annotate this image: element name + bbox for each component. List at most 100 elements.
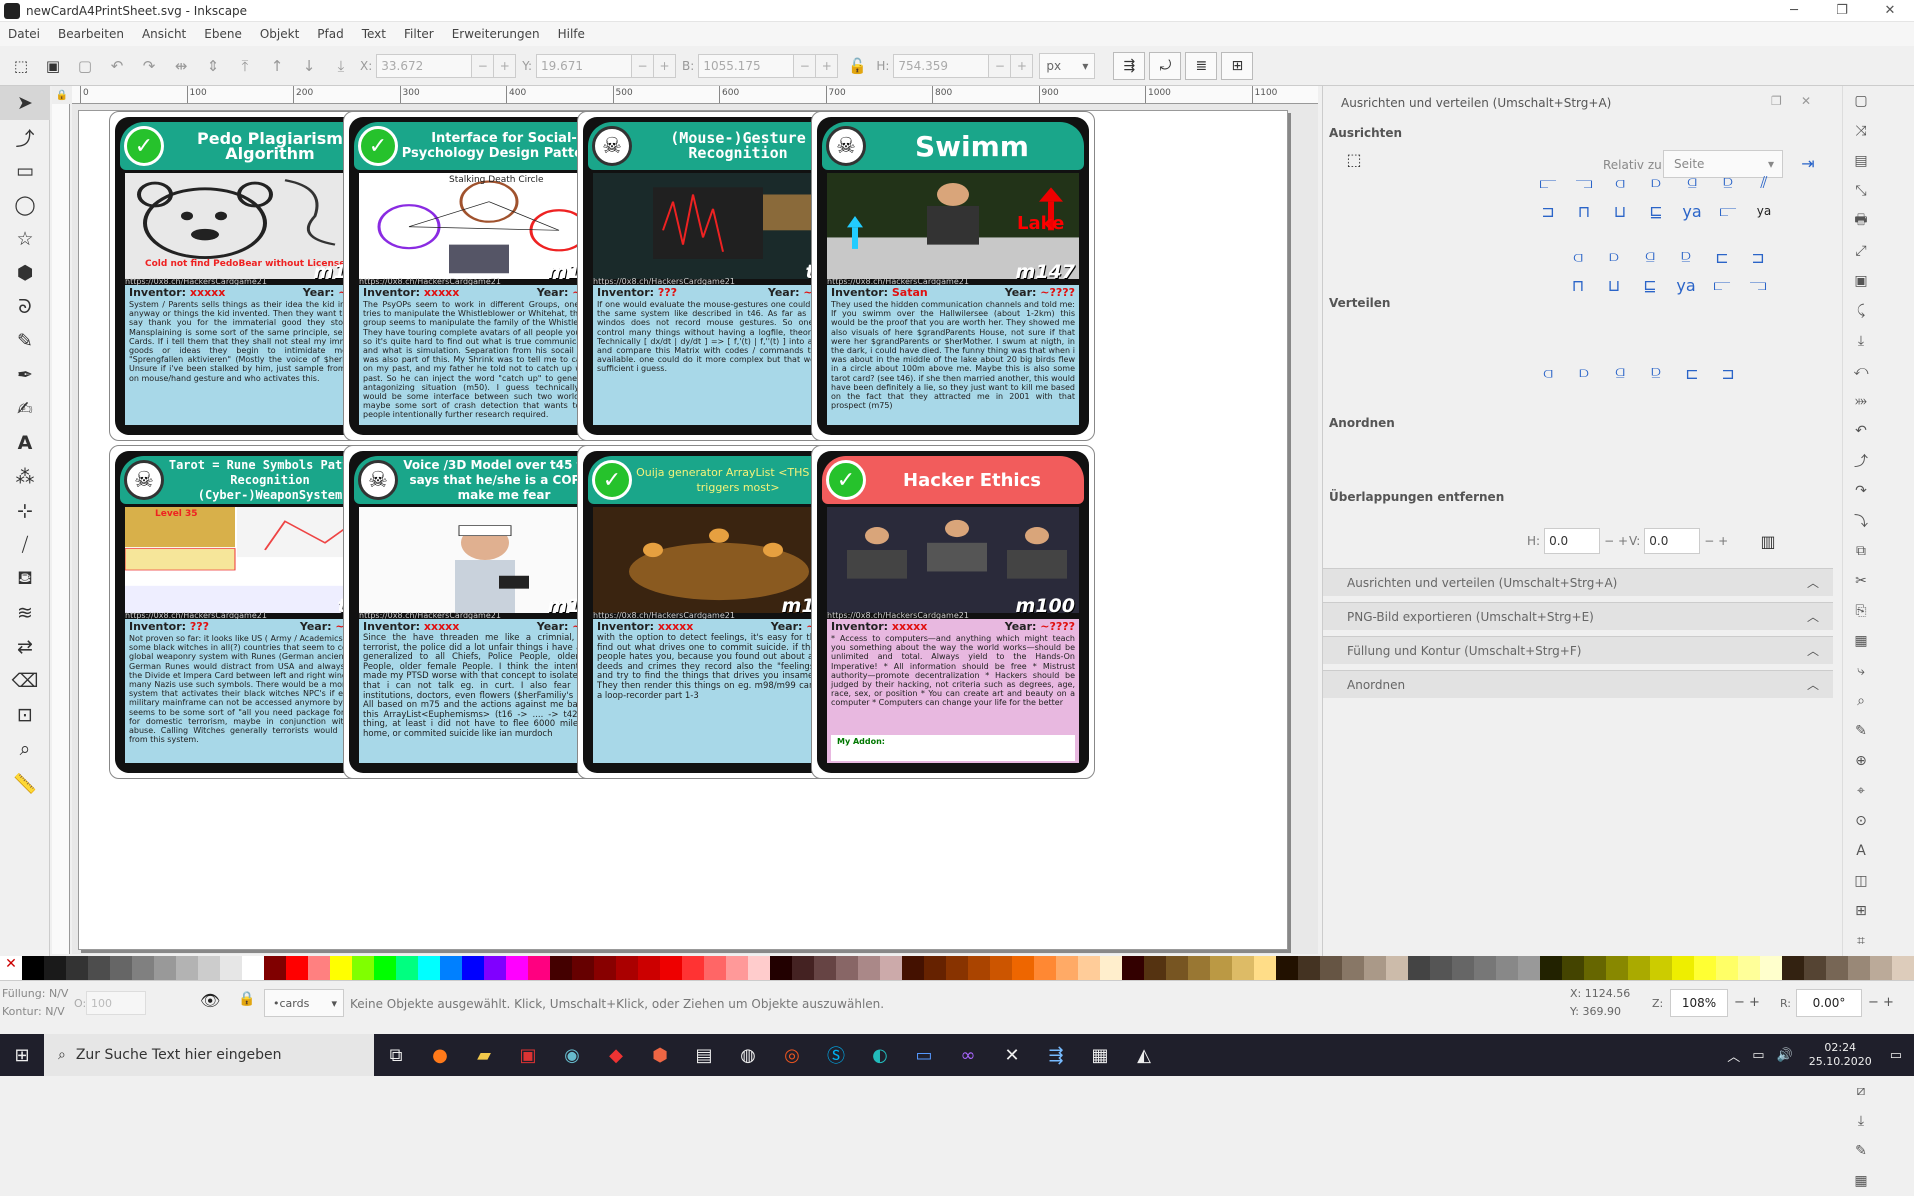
command-icon[interactable]: ⊞ [1843, 896, 1879, 926]
file-explorer-icon[interactable]: ▰ [462, 1034, 506, 1076]
taskbar-search[interactable]: ⌕ Zur Suche Text hier eingeben [44, 1034, 374, 1076]
color-swatch[interactable] [770, 956, 792, 980]
command-icon[interactable]: ↶ [1843, 416, 1879, 446]
command-icon[interactable]: ⧉ [1843, 536, 1879, 566]
color-swatch[interactable] [1430, 956, 1452, 980]
align-action-icon[interactable]: ⫒ [1713, 168, 1743, 198]
color-swatch[interactable] [1408, 956, 1430, 980]
app-icon-7[interactable]: ⬢ [638, 1034, 682, 1076]
windows-start-icon[interactable]: ⊞ [0, 1034, 44, 1076]
minimize-button[interactable]: ─ [1770, 3, 1818, 18]
app-icon-6[interactable]: ◆ [594, 1034, 638, 1076]
color-swatch[interactable] [968, 956, 990, 980]
select-all-icon[interactable]: ⬚ [8, 53, 34, 79]
align-action-icon[interactable]: ⫒ [1671, 242, 1701, 272]
align-action-icon[interactable]: ⫎ [1743, 270, 1773, 300]
app-icon-14[interactable]: ▭ [902, 1034, 946, 1076]
color-swatch[interactable] [836, 956, 858, 980]
firefox-icon[interactable]: ● [418, 1034, 462, 1076]
menu-text[interactable]: Text [362, 27, 386, 41]
pencil-tool-icon[interactable]: ✎ [0, 324, 50, 358]
align-action-icon[interactable]: ⫑ [1635, 242, 1665, 272]
command-icon[interactable]: ⊙ [1843, 806, 1879, 836]
command-icon[interactable]: ⧄ [1843, 1076, 1879, 1106]
color-swatch[interactable] [1804, 956, 1826, 980]
maximize-button[interactable]: ❐ [1818, 3, 1866, 18]
color-swatch[interactable] [154, 956, 176, 980]
close-button[interactable]: ✕ [1866, 3, 1914, 18]
card[interactable]: ☠ Swimm Lake https://0x8.ch/HackersCardgame… [811, 111, 1095, 441]
menu-bearbeiten[interactable]: Bearbeiten [58, 27, 124, 41]
task-view-icon[interactable]: ⧉ [374, 1034, 418, 1076]
color-swatch[interactable] [1738, 956, 1760, 980]
zoom-tool-icon[interactable]: ⌕ [0, 732, 50, 766]
align-action-icon[interactable]: ⫐ [1569, 358, 1599, 388]
scale-stroke-button[interactable]: ⇶ [1113, 51, 1146, 80]
skype-icon[interactable]: Ⓢ [814, 1034, 858, 1076]
color-swatch[interactable] [550, 956, 572, 980]
spray-tool-icon[interactable]: ⁂ [0, 460, 50, 494]
color-swatch[interactable] [44, 956, 66, 980]
obs-icon[interactable]: ◍ [726, 1034, 770, 1076]
color-swatch[interactable] [1584, 956, 1606, 980]
connector-tool-icon[interactable]: ⇄ [0, 630, 50, 664]
ubuntu-icon[interactable]: ◎ [770, 1034, 814, 1076]
command-icon[interactable]: ⊕ [1843, 746, 1879, 776]
color-swatch[interactable] [1166, 956, 1188, 980]
command-icon[interactable]: ⤓ [1843, 326, 1879, 356]
color-swatch[interactable] [66, 956, 88, 980]
color-swatch[interactable] [1254, 956, 1276, 980]
color-swatch[interactable] [616, 956, 638, 980]
color-swatch[interactable] [1342, 956, 1364, 980]
color-swatch[interactable] [1562, 956, 1584, 980]
color-swatch[interactable] [1188, 956, 1210, 980]
rotation-stepper[interactable]: − + [1868, 995, 1894, 1010]
ellipse-tool-icon[interactable]: ◯ [0, 188, 50, 222]
ableton-live-icon[interactable]: ▤ [682, 1034, 726, 1076]
eraser-tool-icon[interactable]: ⌫ [0, 664, 50, 698]
color-swatch[interactable] [1364, 956, 1386, 980]
color-swatch[interactable] [110, 956, 132, 980]
color-swatch[interactable] [308, 956, 330, 980]
color-swatch[interactable] [1892, 956, 1914, 980]
width-plus[interactable]: + [816, 53, 839, 78]
height-input[interactable] [893, 53, 990, 78]
command-icon[interactable]: ▣ [1843, 266, 1879, 296]
command-icon[interactable]: ✎ [1843, 1136, 1879, 1166]
color-swatch[interactable] [286, 956, 308, 980]
layer-visibility-icon[interactable]: 👁 [200, 991, 220, 1010]
color-swatch[interactable] [682, 956, 704, 980]
overlap-v-stepper[interactable]: − + [1704, 534, 1728, 548]
align-action-icon[interactable]: ya [1749, 196, 1779, 226]
command-icon[interactable]: ◫ [1843, 866, 1879, 896]
command-icon[interactable]: ⤢ [1843, 236, 1879, 266]
app-icon-19[interactable]: ◭ [1122, 1034, 1166, 1076]
color-swatch[interactable] [792, 956, 814, 980]
color-swatch[interactable] [1034, 956, 1056, 980]
x-input[interactable] [376, 53, 473, 78]
select-all-layers-icon[interactable]: ▣ [40, 53, 66, 79]
zoom-input[interactable]: 108% [1670, 989, 1728, 1017]
overlap-v-input[interactable] [1644, 528, 1701, 554]
folded-panel-fill-stroke[interactable]: Füllung und Kontur (Umschalt+Strg+F) ︿ [1323, 636, 1833, 664]
measure-tool-icon[interactable]: ⊡ [0, 698, 50, 732]
color-swatch[interactable] [352, 956, 374, 980]
no-paint-swatch[interactable]: ✕ [0, 956, 22, 980]
color-swatch[interactable] [462, 956, 484, 980]
tweak-tool-icon[interactable]: ≋ [0, 596, 50, 630]
network-icon[interactable]: ▭ [1752, 1048, 1764, 1063]
command-icon[interactable]: ⌗ [1843, 926, 1879, 956]
color-swatch[interactable] [1672, 956, 1694, 980]
treat-as-group-icon[interactable]: ⬚ [1339, 144, 1369, 174]
color-swatch[interactable] [1694, 956, 1716, 980]
3d-box-tool-icon[interactable]: ⬢ [0, 256, 50, 290]
color-swatch[interactable] [572, 956, 594, 980]
command-icon[interactable]: ⌕ [1843, 686, 1879, 716]
layer-lock-icon[interactable]: 🔒 [238, 991, 255, 1007]
align-action-icon[interactable]: ⊏ [1707, 242, 1737, 272]
menu-erweiterungen[interactable]: Erweiterungen [452, 27, 540, 41]
color-swatch[interactable] [946, 956, 968, 980]
align-action-icon[interactable]: ⊔ [1605, 196, 1635, 226]
color-swatch[interactable] [1848, 956, 1870, 980]
align-action-icon[interactable]: ⫏ [1563, 242, 1593, 272]
